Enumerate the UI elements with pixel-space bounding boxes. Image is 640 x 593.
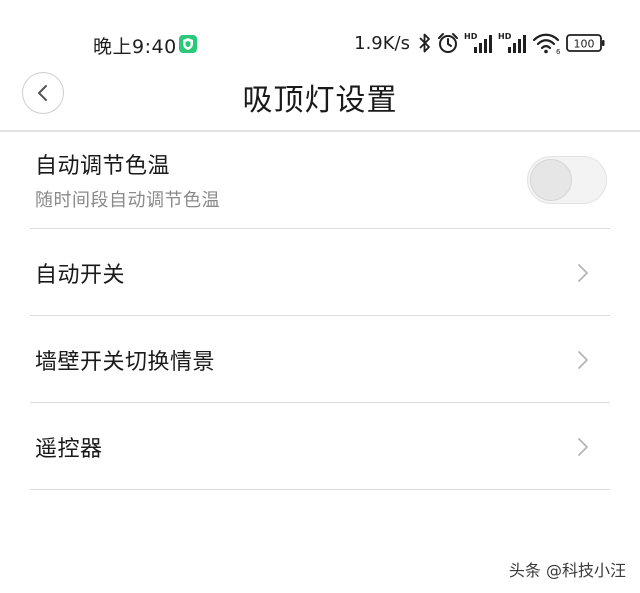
chevron-right-icon [578,264,588,282]
header: 吸顶灯设置 [0,62,640,130]
toggle-knob [530,159,572,201]
alarm-icon [438,33,458,53]
setting-label: 遥控器 [35,437,103,462]
battery-level: 100 [574,38,595,51]
shield-icon [179,35,197,53]
wifi-badge: 6 [556,48,561,55]
chevron-right-icon [578,438,588,456]
net-speed: 1.9K/s [354,32,410,54]
chevron-right-icon [578,351,588,369]
status-icons: 1.9K/s HD HD 6 100 [354,30,606,56]
setting-row-auto-color-temp: 自动调节色温 随时间段自动调节色温 [30,132,610,229]
status-time: 晚上9:40 [93,36,177,58]
page-title: 吸顶灯设置 [242,83,398,118]
settings-list: 自动调节色温 随时间段自动调节色温 自动开关 墙壁开关切换情景 遥控器 [30,132,610,490]
status-bar: 晚上9:40 1.9K/s HD HD 6 100 [0,0,640,62]
bluetooth-icon [419,33,430,53]
setting-row-wall-switch-scene[interactable]: 墙壁开关切换情景 [30,316,610,403]
battery-icon: 100 [566,34,605,52]
auto-color-temp-toggle[interactable] [527,156,607,204]
setting-label: 墙壁开关切换情景 [35,350,216,375]
hd-label: HD [464,32,478,41]
setting-label: 自动开关 [35,263,126,288]
setting-row-auto-switch[interactable]: 自动开关 [30,229,610,316]
setting-row-remote-control[interactable]: 遥控器 [30,403,610,490]
setting-subtitle: 随时间段自动调节色温 [35,190,220,211]
signal-icon: HD [498,32,526,53]
watermark: 头条 @科技小汪 [508,561,626,580]
setting-title: 自动调节色温 [35,154,171,179]
hd-label: HD [498,32,512,41]
signal-icon: HD [464,32,492,53]
wifi-icon: 6 [532,33,561,55]
